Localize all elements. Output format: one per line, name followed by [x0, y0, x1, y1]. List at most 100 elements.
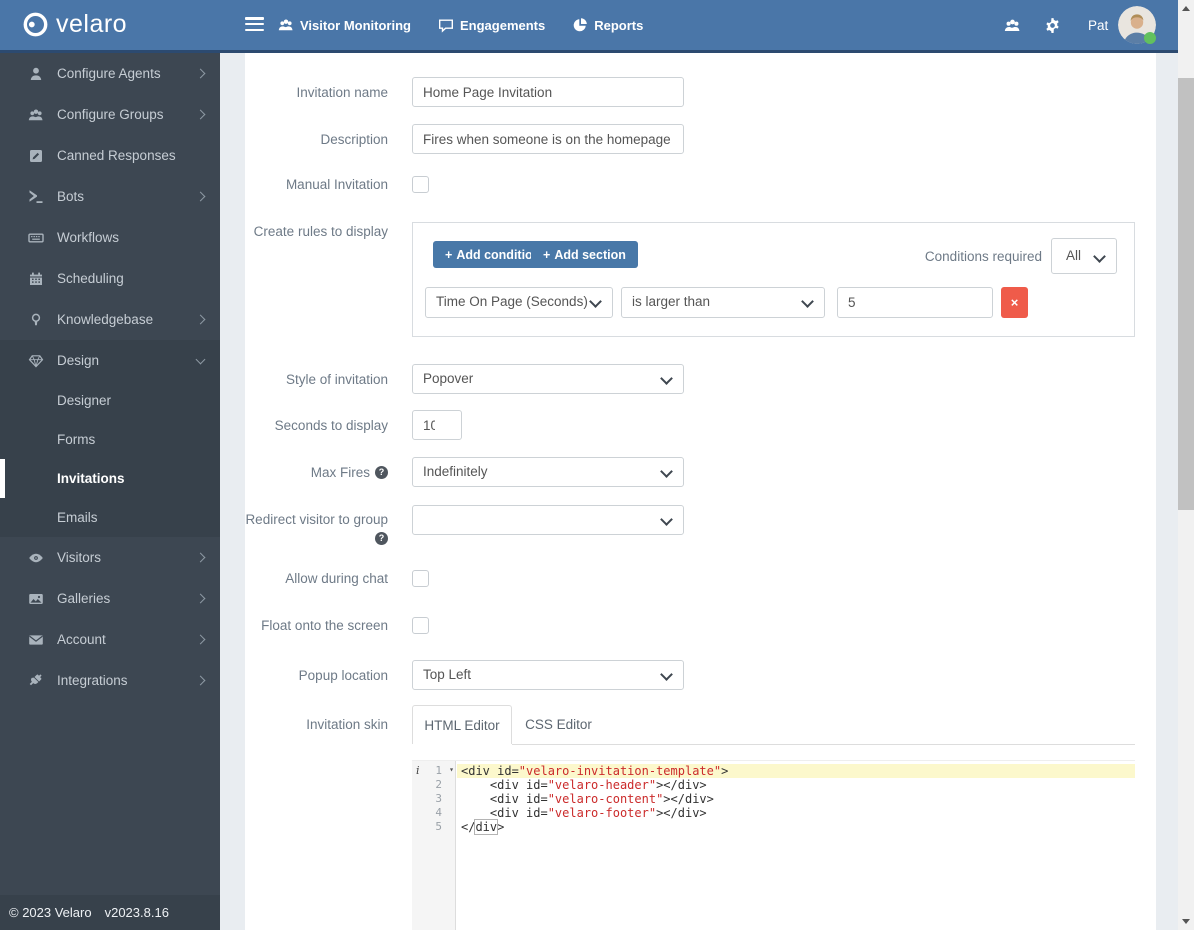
allow-during-chat-checkbox[interactable] — [412, 570, 429, 587]
style-of-invitation-select[interactable]: Popover — [412, 364, 684, 394]
line-number: 3 — [435, 792, 442, 805]
nav-engagements[interactable]: Engagements — [438, 17, 545, 33]
sidebar-item-label: Knowledgebase — [57, 312, 154, 327]
max-fires-label: Max Fires? — [245, 457, 388, 487]
agents-online-icon[interactable] — [1003, 17, 1022, 34]
condition-value-input[interactable] — [837, 287, 993, 318]
sidebar-item-emails[interactable]: Emails — [0, 498, 220, 537]
redirect-group-label: Redirect visitor to group? — [245, 512, 388, 545]
lightbulb-icon — [28, 312, 44, 328]
line-number: 5 — [435, 820, 442, 833]
online-status-dot — [1144, 32, 1156, 44]
gutter-row: i 1 ▾ — [412, 764, 455, 778]
sidebar-item-workflows[interactable]: Workflows — [0, 217, 220, 258]
plug-icon — [28, 673, 44, 689]
line-number: 1 — [435, 764, 442, 777]
eye-icon — [28, 550, 44, 566]
sidebar-subitem-label: Designer — [57, 393, 112, 408]
sidebar-item-label: Workflows — [57, 230, 120, 245]
sidebar-item-label: Galleries — [57, 591, 111, 606]
invitation-skin-label: Invitation skin — [306, 717, 388, 732]
description-input[interactable] — [412, 124, 684, 154]
style-of-invitation-label: Style of invitation — [285, 371, 388, 387]
keyboard-icon — [28, 230, 44, 246]
sidebar-item-canned-responses[interactable]: Canned Responses — [0, 135, 220, 176]
seconds-to-display-input[interactable] — [412, 410, 462, 440]
gutter-row: 3 — [412, 792, 455, 806]
scroll-down-arrow[interactable] — [1178, 913, 1194, 930]
code-line: <div id="velaro-footer"></div> — [461, 806, 707, 820]
sidebar-item-bots[interactable]: Bots — [0, 176, 220, 217]
comment-icon — [438, 17, 454, 33]
chevron-right-icon — [195, 634, 206, 645]
chevron-right-icon — [195, 593, 206, 604]
allow-during-chat-label: Allow during chat — [285, 570, 388, 586]
condition-operator-select[interactable]: is larger than — [621, 287, 825, 318]
chevron-right-icon — [195, 109, 206, 120]
question-circle-icon[interactable]: ? — [375, 532, 388, 545]
nav-label: Engagements — [459, 17, 546, 33]
sidebar-item-designer[interactable]: Designer — [0, 381, 220, 420]
sidebar-item-configure-groups[interactable]: Configure Groups — [0, 94, 220, 135]
scrollbar-thumb[interactable] — [1178, 78, 1194, 510]
sidebar-item-knowledgebase[interactable]: Knowledgebase — [0, 299, 220, 340]
sidebar-item-label: Account — [57, 632, 106, 647]
sidebar-item-label: Integrations — [57, 673, 128, 688]
sidebar-item-forms[interactable]: Forms — [0, 420, 220, 459]
version-text: v2023.8.16 — [104, 905, 169, 920]
vertical-scrollbar — [1178, 0, 1194, 930]
sidebar-item-scheduling[interactable]: Scheduling — [0, 258, 220, 299]
sidebar-item-account[interactable]: Account — [0, 619, 220, 660]
conditions-required-select[interactable]: All — [1051, 238, 1117, 274]
brand-logo[interactable]: velaro — [22, 10, 127, 39]
chevron-right-icon — [195, 675, 206, 686]
gear-icon[interactable] — [1044, 17, 1061, 34]
plus-icon: + — [445, 247, 453, 262]
popup-location-select[interactable]: Top Left — [412, 660, 684, 690]
sidebar-item-label: Configure Groups — [57, 107, 164, 122]
popup-location-label: Popup location — [298, 667, 388, 683]
editor-gutter: i 1 ▾ 2 3 4 5 — [412, 761, 456, 930]
menu-toggle-icon[interactable] — [245, 17, 264, 34]
velaro-app: velaro Visitor Monitoring Engagements Re… — [0, 0, 1194, 930]
sidebar-item-visitors[interactable]: Visitors — [0, 537, 220, 578]
main-menu: Visitor Monitoring Engagements Reports — [278, 0, 643, 50]
user-name[interactable]: Pat — [1088, 18, 1108, 33]
float-onto-screen-checkbox[interactable] — [412, 617, 429, 634]
sidebar-item-design[interactable]: Design — [0, 340, 220, 381]
code-line: <div id="velaro-invitation-template"> — [457, 764, 1135, 778]
calendar-icon — [28, 271, 44, 287]
tab-css-editor[interactable]: CSS Editor — [512, 705, 605, 744]
gutter-row: 4 — [412, 806, 455, 820]
sidebar-item-label: Visitors — [57, 550, 102, 565]
code-editor[interactable]: <div id="velaro-invitation-template"> <d… — [457, 761, 1135, 930]
content-background: Invitation name Description Manual Invit… — [220, 53, 1178, 930]
gem-icon — [28, 353, 44, 369]
condition-field-select[interactable]: Time On Page (Seconds) — [425, 287, 613, 318]
sidebar-item-configure-agents[interactable]: Configure Agents — [0, 53, 220, 94]
fold-toggle-icon[interactable]: ▾ — [449, 765, 454, 774]
plus-icon: + — [543, 247, 551, 262]
sidebar-item-label: Scheduling — [57, 271, 124, 286]
remove-condition-button[interactable]: × — [1001, 287, 1028, 318]
chevron-right-icon — [195, 552, 206, 563]
sidebar-item-integrations[interactable]: Integrations — [0, 660, 220, 701]
question-circle-icon[interactable]: ? — [375, 465, 388, 479]
users-icon — [278, 17, 294, 33]
sidebar-nav: Configure Agents Configure Groups Canned… — [0, 53, 220, 930]
tab-html-editor[interactable]: HTML Editor — [412, 705, 512, 744]
seconds-to-display-label: Seconds to display — [274, 417, 388, 433]
envelope-icon — [28, 632, 44, 648]
sidebar-item-galleries[interactable]: Galleries — [0, 578, 220, 619]
max-fires-select[interactable]: Indefinitely — [412, 457, 684, 487]
users-icon — [28, 107, 44, 123]
invitation-name-input[interactable] — [412, 77, 684, 107]
sidebar-item-invitations[interactable]: Invitations — [0, 459, 220, 498]
velaro-logo-icon — [22, 11, 49, 38]
redirect-group-select[interactable] — [412, 505, 684, 535]
manual-invitation-checkbox[interactable] — [412, 176, 429, 193]
nav-reports[interactable]: Reports — [572, 17, 643, 33]
scroll-up-arrow[interactable] — [1178, 0, 1194, 17]
nav-visitor-monitoring[interactable]: Visitor Monitoring — [278, 17, 411, 33]
add-section-button[interactable]: + Add section — [531, 241, 638, 268]
